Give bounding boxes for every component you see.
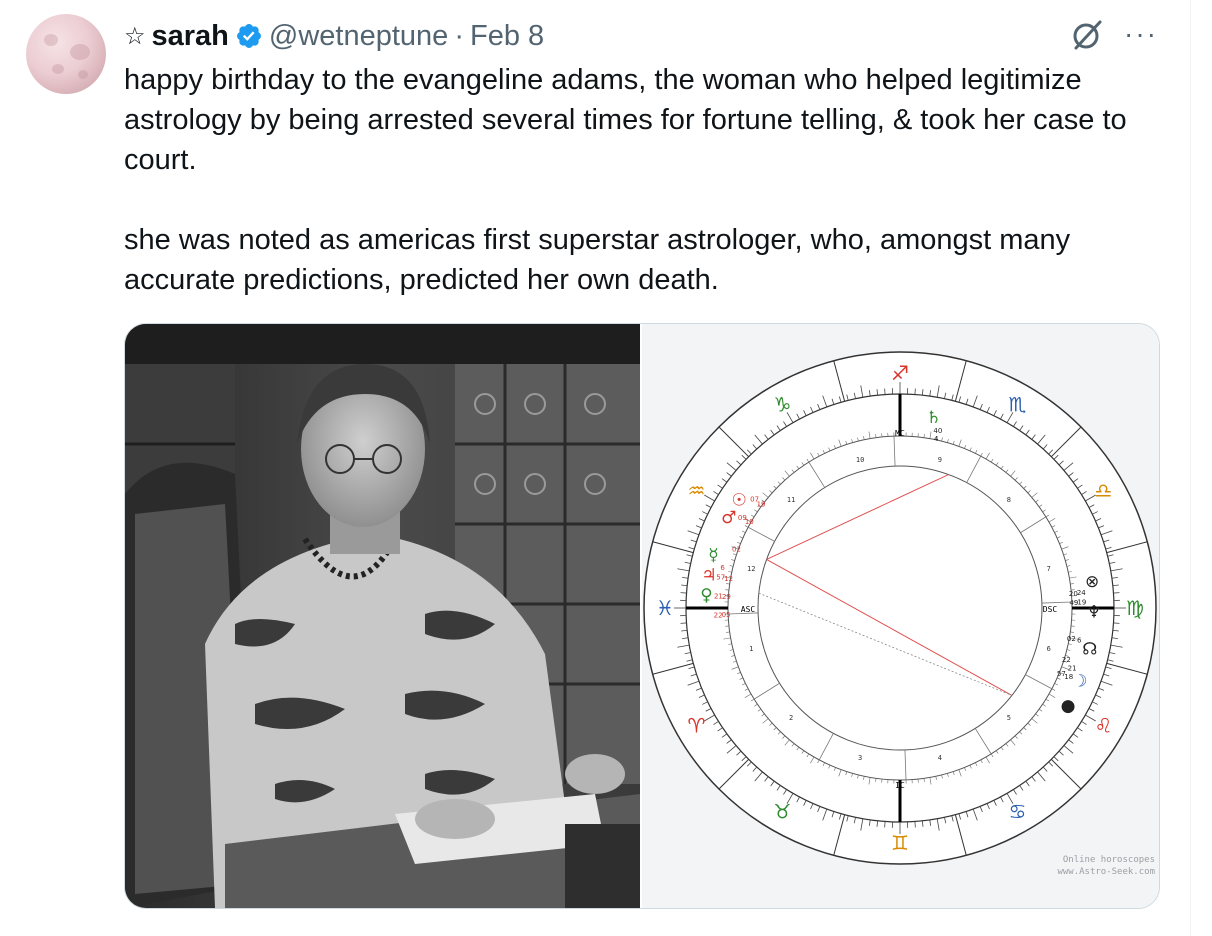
zodiac-glyph: ♉ — [774, 800, 792, 824]
house-number: 3 — [858, 754, 862, 762]
angle-label: DSC — [1043, 605, 1058, 614]
angle-label: IC — [895, 781, 905, 790]
house-number: 4 — [938, 754, 942, 762]
zodiac-glyph: ♑ — [774, 392, 792, 416]
degree-label: 02 — [732, 545, 741, 553]
degree-label: 6 — [1077, 637, 1082, 645]
degree-label: 18 — [1064, 673, 1073, 681]
user-handle[interactable]: @wetneptune — [269, 20, 448, 53]
natal-chart: ♐♏♎♍♌♋♊♉♈♓♒♑MCICASC DSC123 456789101112♂☉☿… — [643, 351, 1157, 865]
degree-label: 22 — [714, 611, 723, 619]
degree-label: 6 — [720, 564, 725, 572]
chart-watermark: Online horoscopes www.Astro-Seek.com — [1057, 854, 1155, 878]
degree-label: 21 — [714, 592, 723, 600]
natal-chart-image[interactable]: ♐ ♏ ♎ ♍ ♌ ♋ ♊ ♉ ♈ ♓ ♒ ♑ MC IC ASC DSC 1 2 3 4 5 6 7 8 9 10 11 12 ♂ ☉ ☿… — [642, 324, 1159, 908]
planet-glyph: ♄ — [926, 408, 941, 428]
zodiac-glyph: ♌ — [1095, 714, 1113, 738]
zodiac-glyph: ♓ — [656, 596, 674, 620]
house-number: 5 — [1007, 714, 1011, 722]
zodiac-glyph: ♎ — [1095, 479, 1113, 503]
house-number: 8 — [1007, 496, 1011, 504]
planet-glyph: ♂ — [721, 508, 736, 528]
zodiac-glyph: ♈ — [688, 714, 706, 738]
degree-label: 4 — [934, 435, 939, 443]
tweet-date[interactable]: Feb 8 — [470, 20, 544, 53]
planet-glyph: ♆ — [1086, 602, 1101, 622]
house-number: 11 — [787, 496, 795, 504]
house-number: 2 — [789, 714, 793, 722]
degree-label: 09 — [738, 514, 747, 522]
verified-badge-icon[interactable] — [235, 22, 263, 50]
watermark-line: Online horoscopes — [1062, 855, 1155, 865]
separator-dot: · — [454, 19, 464, 52]
planet-glyph: ♀ — [700, 585, 712, 605]
degree-label: 05 — [722, 611, 731, 619]
tweet-paragraph: happy birthday to the evangeline adams, … — [124, 64, 1127, 176]
planet-glyph: ☉ — [732, 491, 747, 511]
grok-icon[interactable] — [1068, 16, 1106, 54]
house-number: 12 — [747, 565, 755, 573]
house-number: 1 — [749, 645, 753, 653]
timeline-border — [1190, 0, 1191, 936]
degree-label: 29 — [722, 593, 731, 601]
house-number: 10 — [856, 456, 864, 464]
house-number: 7 — [1047, 565, 1051, 573]
house-number: 6 — [1047, 645, 1051, 653]
angle-label: MC — [895, 429, 905, 438]
degree-label: 12 — [724, 575, 733, 583]
house-number: 9 — [938, 456, 942, 464]
planet-glyph: ☊ — [1082, 639, 1097, 659]
degree-label: 22 — [1062, 656, 1071, 664]
degree-label: 19 — [1077, 599, 1086, 607]
portrait-photo[interactable] — [125, 324, 640, 908]
planet-glyph: ☽ — [1072, 672, 1087, 692]
degree-label: 24 — [1077, 589, 1086, 597]
angle-label: ASC — [741, 605, 756, 614]
planet-glyph: ♃ — [701, 565, 716, 585]
avatar[interactable] — [26, 14, 106, 94]
star-outline-icon: ☆ — [124, 22, 146, 50]
zodiac-glyph: ♊ — [891, 831, 909, 855]
planet-glyph: ☿ — [708, 546, 718, 566]
zodiac-glyph: ♍ — [1126, 596, 1144, 620]
zodiac-glyph: ♐ — [891, 361, 909, 385]
tweet-paragraph: she was noted as americas first supersta… — [124, 224, 1071, 296]
more-options-icon[interactable]: ··· — [1124, 20, 1158, 48]
zodiac-glyph: ♏ — [1009, 392, 1027, 416]
watermark-line: www.Astro-Seek.com — [1057, 867, 1155, 877]
degree-label: 07 — [750, 495, 759, 503]
tweet-header: ☆ sarah @wetneptune · Feb 8 — [124, 14, 544, 58]
degree-label: 02 — [1067, 635, 1076, 643]
tweet-text: happy birthday to the evangeline adams, … — [124, 60, 1164, 300]
degree-label: 21 — [1068, 664, 1077, 672]
zodiac-glyph: ♋ — [1009, 800, 1027, 824]
degree-label: 57 — [716, 573, 725, 581]
display-name[interactable]: sarah — [152, 20, 229, 53]
zodiac-glyph: ♒ — [688, 479, 706, 503]
planet-glyph: ⊗ — [1085, 572, 1099, 592]
planet-glyph: ● — [1061, 696, 1076, 716]
media-attachment[interactable]: ♐ ♏ ♎ ♍ ♌ ♋ ♊ ♉ ♈ ♓ ♒ ♑ MC IC ASC DSC 1 2 3 4 5 6 7 8 9 10 11 12 ♂ ☉ ☿… — [124, 323, 1160, 909]
degree-label: 40 — [933, 427, 942, 435]
